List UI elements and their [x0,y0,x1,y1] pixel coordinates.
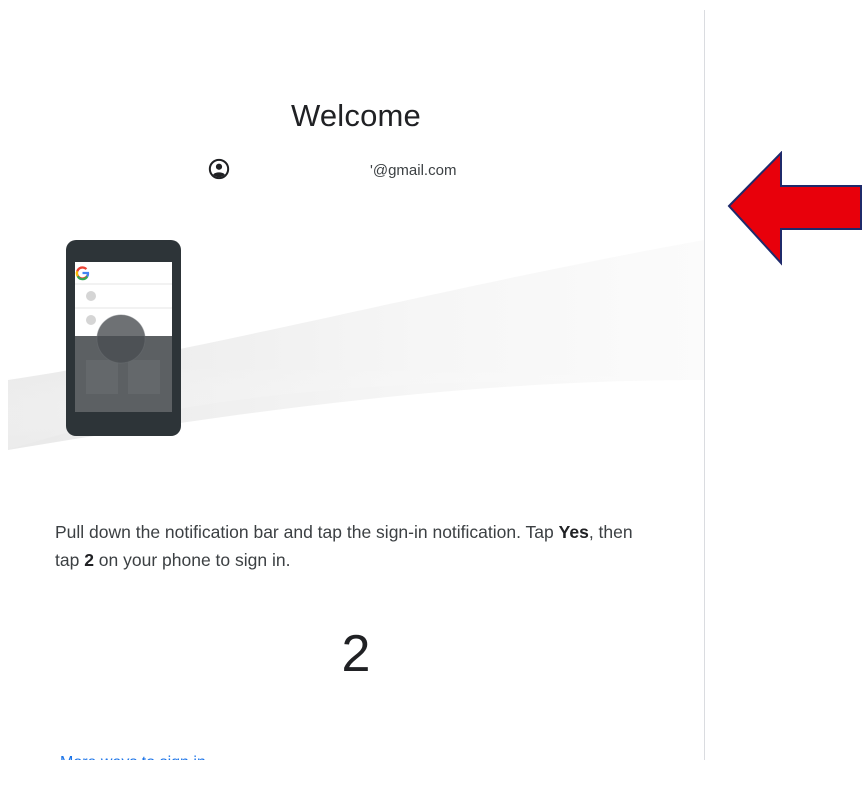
page: Welcome '@gmail.com Pull down the notifi… [0,0,863,787]
phone-illustration [66,240,181,436]
account-circle-icon [208,158,230,180]
instructions-yes: Yes [558,522,589,542]
account-chip[interactable]: '@gmail.com [8,158,704,186]
instructions-number: 2 [84,550,94,570]
instructions-part3: on your phone to sign in. [93,550,291,570]
instructions-part1: Pull down the notification bar and tap t… [55,522,559,542]
match-number: 2 [341,625,371,683]
more-ways-link[interactable]: More ways to sign in [60,752,206,760]
left-arrow-icon [727,151,862,266]
panel-divider [704,10,705,760]
sign-in-card: Welcome '@gmail.com Pull down the notifi… [8,10,704,787]
more-ways-label: More ways to sign in [60,752,206,760]
account-email: '@gmail.com [370,162,457,179]
page-title: Welcome [290,98,422,133]
instructions-text: Pull down the notification bar and tap t… [55,518,655,574]
